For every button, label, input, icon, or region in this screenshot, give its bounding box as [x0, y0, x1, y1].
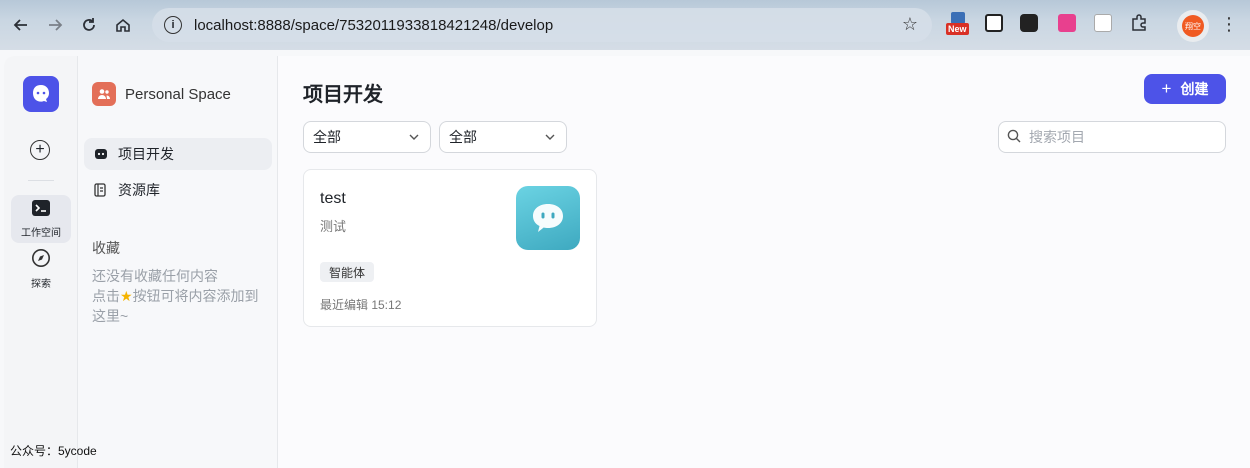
project-type-tag: 智能体	[320, 262, 375, 282]
translate-extension-icon[interactable]	[1058, 14, 1076, 32]
favorites-empty-text: 还没有收藏任何内容 点击★按钮可将内容添加到 这里~	[92, 266, 272, 326]
empty-line: 点击★按钮可将内容添加到	[92, 286, 272, 306]
star-icon: ★	[120, 288, 133, 304]
type-filter-select[interactable]: 全部	[303, 121, 431, 153]
browser-menu-icon[interactable]: ⋮	[1220, 14, 1238, 35]
project-description: 测试	[320, 219, 347, 234]
search-box[interactable]	[998, 121, 1226, 153]
search-icon	[1007, 129, 1021, 146]
sidebar: Personal Space 项目开发 资源库 收藏 还没有收藏任何内容 点击★…	[78, 56, 278, 468]
extension-badge: New	[946, 23, 969, 35]
app-container: + 工作空间 探索 Personal Space 项目开发 资源库 收藏 还没有…	[4, 56, 1250, 468]
create-button-label: 创建	[1180, 81, 1209, 97]
project-card[interactable]: test 测试 智能体 最近编辑 15:12	[303, 169, 597, 327]
chevron-down-icon	[408, 130, 420, 146]
puzzle-extensions-icon[interactable]	[1130, 14, 1148, 32]
profile-avatar[interactable]: 翔空	[1177, 10, 1209, 42]
sidebar-item-library[interactable]: 资源库	[84, 174, 272, 206]
scholar-extension-icon[interactable]	[1094, 14, 1112, 32]
empty-line: 这里~	[92, 308, 129, 324]
terminal-icon	[31, 199, 51, 220]
extension-new-icon[interactable]: New	[946, 12, 972, 35]
address-bar[interactable]: i localhost:8888/space/75320119338184212…	[152, 8, 932, 42]
select-value: 全部	[313, 129, 341, 145]
rail-item-workspace[interactable]: 工作空间	[11, 195, 71, 243]
page-title: 项目开发	[303, 84, 383, 106]
avatar-text: 翔空	[1182, 15, 1204, 37]
nav-rail: + 工作空间 探索	[4, 56, 78, 468]
home-icon[interactable]	[108, 10, 138, 40]
rail-item-label: 工作空间	[21, 228, 61, 239]
back-icon[interactable]	[6, 10, 36, 40]
qr-code-icon[interactable]	[985, 14, 1003, 32]
chevron-down-icon	[544, 130, 556, 146]
favorites-title: 收藏	[92, 240, 120, 256]
space-title: Personal Space	[125, 85, 231, 103]
sidebar-item-label: 资源库	[118, 182, 160, 198]
site-info-icon[interactable]: i	[164, 16, 182, 34]
add-circle-icon[interactable]: +	[30, 140, 50, 160]
empty-line: 还没有收藏任何内容	[92, 268, 218, 284]
select-value: 全部	[449, 129, 477, 145]
browser-toolbar: i localhost:8888/space/75320119338184212…	[0, 0, 1250, 50]
watermark-text: 公众号：5ycode	[10, 444, 97, 458]
owner-filter-select[interactable]: 全部	[439, 121, 567, 153]
create-button[interactable]: + 创建	[1144, 74, 1226, 104]
space-switcher[interactable]: Personal Space	[92, 82, 231, 106]
forward-icon[interactable]	[40, 10, 70, 40]
reload-icon[interactable]	[74, 10, 104, 40]
sidebar-item-develop[interactable]: 项目开发	[84, 138, 272, 170]
empty-text-part: 按钮可将内容添加到	[132, 288, 259, 304]
spy-extension-icon[interactable]	[1020, 14, 1038, 32]
main-content: 项目开发 + 创建 全部 全部 test 测试	[278, 56, 1250, 468]
sidebar-item-label: 项目开发	[118, 146, 174, 162]
compass-icon	[31, 248, 51, 271]
rail-item-explore[interactable]: 探索	[11, 245, 71, 293]
empty-text-part: 点击	[92, 288, 120, 304]
chat-bot-icon	[516, 186, 580, 250]
rail-divider	[28, 180, 54, 181]
search-input[interactable]	[1029, 129, 1209, 145]
plus-icon: +	[1161, 79, 1172, 98]
project-edited-time: 最近编辑 15:12	[320, 298, 402, 312]
library-icon	[94, 183, 108, 197]
rail-item-label: 探索	[31, 279, 51, 290]
people-icon	[92, 82, 116, 106]
project-name: test	[320, 190, 346, 207]
url-text[interactable]: localhost:8888/space/7532011933818421248…	[194, 17, 553, 34]
bookmark-star-icon[interactable]: ☆	[902, 14, 918, 35]
bot-icon	[94, 148, 108, 160]
app-logo-icon[interactable]	[23, 76, 59, 112]
